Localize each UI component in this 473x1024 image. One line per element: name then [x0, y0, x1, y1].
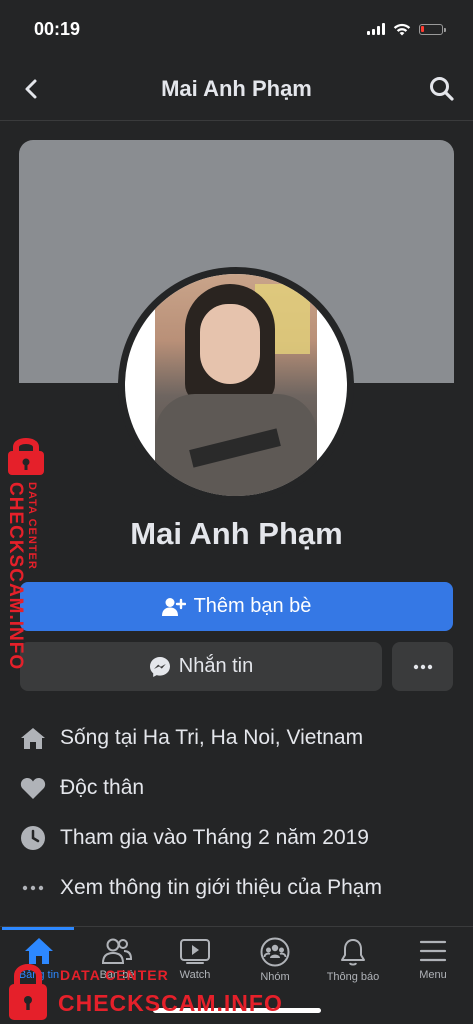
info-lives-in: Sống tại Ha Tri, Ha Noi, Vietnam — [20, 723, 460, 753]
info-relationship: Độc thân — [20, 773, 460, 803]
heart-icon — [20, 777, 46, 799]
more-options-button[interactable] — [392, 642, 453, 691]
watermark-bottom-small: DATA CENTER — [60, 967, 169, 983]
message-label: Nhắn tin — [178, 655, 254, 677]
relationship-status: Độc thân — [60, 776, 145, 799]
status-icons — [367, 23, 446, 36]
message-button[interactable]: Nhắn tin — [20, 642, 382, 691]
battery-level — [421, 25, 424, 32]
joined-date: Tham gia vào Tháng 2 năm 2019 — [60, 826, 369, 849]
more-dots-icon — [413, 664, 432, 669]
tab-notifications-label: Thông báo — [326, 971, 380, 983]
tab-notifications[interactable]: Thông báo — [314, 937, 392, 997]
clock-icon — [21, 826, 45, 850]
page-title: Mai Anh Phạm — [161, 76, 312, 101]
profile-name: Mai Anh Phạm — [130, 516, 343, 551]
add-friend-icon — [161, 597, 186, 616]
active-tab-indicator — [2, 927, 74, 930]
profile-photo — [155, 274, 317, 496]
battery-icon — [419, 23, 446, 35]
watermark-bottom-big: CHECKSCAM.INFO — [58, 990, 283, 1016]
cellular-signal-icon — [367, 23, 385, 35]
home-icon — [21, 728, 45, 749]
lock-icon — [9, 964, 47, 1020]
profile-screen: 00:19 Mai Anh Phạm Mai Anh Phạm Thêm bạn… — [0, 0, 473, 1024]
tab-menu[interactable]: Menu — [394, 937, 472, 997]
watermark-side-small: DATA CENTER — [26, 482, 38, 570]
nav-bar: Mai Anh Phạm — [0, 58, 473, 121]
lives-prefix: Sống tại — [60, 726, 143, 749]
search-icon[interactable] — [427, 74, 457, 104]
avatar[interactable] — [125, 274, 347, 496]
about-link[interactable]: Xem thông tin giới thiệu của Phạm — [60, 876, 382, 900]
info-about[interactable]: Xem thông tin giới thiệu của Phạm — [20, 873, 460, 903]
more-dots-icon — [22, 885, 44, 891]
add-friend-label: Thêm bạn bè — [193, 595, 312, 617]
info-joined: Tham gia vào Tháng 2 năm 2019 — [20, 823, 460, 853]
add-friend-button[interactable]: Thêm bạn bè — [20, 582, 453, 631]
messenger-icon — [149, 656, 170, 677]
watermark-side: DATA CENTER CHECKSCAM.INFO — [2, 436, 50, 670]
tab-menu-label: Menu — [419, 969, 447, 981]
lives-place[interactable]: Ha Tri, Ha Noi, Vietnam — [143, 726, 363, 749]
status-bar: 00:19 — [0, 0, 473, 58]
wifi-icon — [393, 23, 411, 35]
watermark-side-big: CHECKSCAM.INFO — [5, 482, 26, 671]
status-time: 00:19 — [34, 18, 81, 39]
chevron-left-icon[interactable] — [18, 75, 46, 103]
lock-icon — [8, 438, 44, 475]
bell-icon — [341, 939, 365, 966]
watermark-bottom: DATA CENTER CHECKSCAM.INFO — [0, 960, 300, 1024]
menu-icon — [419, 940, 447, 962]
